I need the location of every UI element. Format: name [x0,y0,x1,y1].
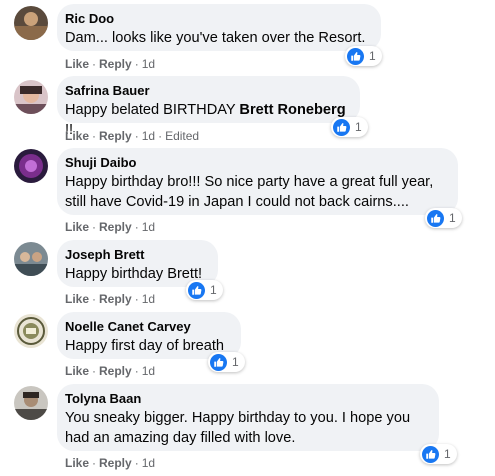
like-reaction-icon [347,48,364,65]
like-reaction-icon [210,354,227,371]
comment-actions: Like · Reply · 1d [65,220,156,234]
like-button[interactable]: Like [65,129,89,143]
avatar[interactable] [14,314,48,348]
comment-text: Happy birthday Brett! [65,266,203,282]
reply-button[interactable]: Reply [99,364,132,378]
like-button[interactable]: Like [65,364,89,378]
timestamp[interactable]: 1d [142,57,155,71]
avatar[interactable] [14,149,48,183]
comment-actions: Like · Reply · 1d · Edited [65,129,200,143]
commenter-name[interactable]: Noelle Canet Carvey [65,319,229,335]
reply-button[interactable]: Reply [99,456,132,470]
comment-text: Happy first day of breath [65,338,224,354]
reaction-count[interactable]: 1 [186,280,223,300]
like-button[interactable]: Like [65,456,89,470]
commenter-name[interactable]: Shuji Daibo [65,155,446,171]
avatar[interactable] [14,242,48,276]
reply-button[interactable]: Reply [99,129,132,143]
timestamp[interactable]: 1d [142,364,155,378]
comment-text: Dam... looks like you've taken over the … [65,30,366,46]
avatar[interactable] [14,6,48,40]
reaction-count[interactable]: 1 [425,208,462,228]
comment-bubble: Ric Doo Dam... looks like you've taken o… [57,4,381,51]
comment-text: You sneaky bigger. Happy birthday to you… [65,410,411,446]
comment-actions: Like · Reply · 1d [65,292,156,306]
like-reaction-icon [427,210,444,227]
avatar[interactable] [14,80,48,114]
like-button[interactable]: Like [65,57,89,71]
like-button[interactable]: Like [65,292,89,306]
avatar[interactable] [14,386,48,420]
edited-label[interactable]: Edited [165,129,199,143]
mention-link[interactable]: Brett Roneberg [239,102,345,118]
commenter-name[interactable]: Ric Doo [65,11,369,27]
timestamp[interactable]: 1d [142,129,155,143]
comment-bubble: Shuji Daibo Happy birthday bro!!! So nic… [57,148,458,215]
comment-bubble: Tolyna Baan You sneaky bigger. Happy bir… [57,384,439,451]
like-reaction-icon [188,282,205,299]
like-reaction-icon [422,446,439,463]
comment-actions: Like · Reply · 1d [65,57,156,71]
comment-bubble: Safrina Bauer Happy belated BIRTHDAY Bre… [57,76,360,138]
reply-button[interactable]: Reply [99,57,132,71]
commenter-name[interactable]: Safrina Bauer [65,83,348,99]
reaction-count[interactable]: 1 [331,117,368,137]
timestamp[interactable]: 1d [142,292,155,306]
reaction-count[interactable]: 1 [208,352,245,372]
reply-button[interactable]: Reply [99,220,132,234]
reaction-count[interactable]: 1 [420,444,457,464]
like-button[interactable]: Like [65,220,89,234]
reaction-count[interactable]: 1 [345,46,382,66]
commenter-name[interactable]: Tolyna Baan [65,391,427,407]
like-reaction-icon [333,119,350,136]
comment-actions: Like · Reply · 1d [65,456,156,470]
comment-actions: Like · Reply · 1d [65,364,156,378]
commenter-name[interactable]: Joseph Brett [65,247,206,263]
comment-text: Happy birthday bro!!! So nice party have… [65,174,434,210]
timestamp[interactable]: 1d [142,220,155,234]
timestamp[interactable]: 1d [142,456,155,470]
reply-button[interactable]: Reply [99,292,132,306]
